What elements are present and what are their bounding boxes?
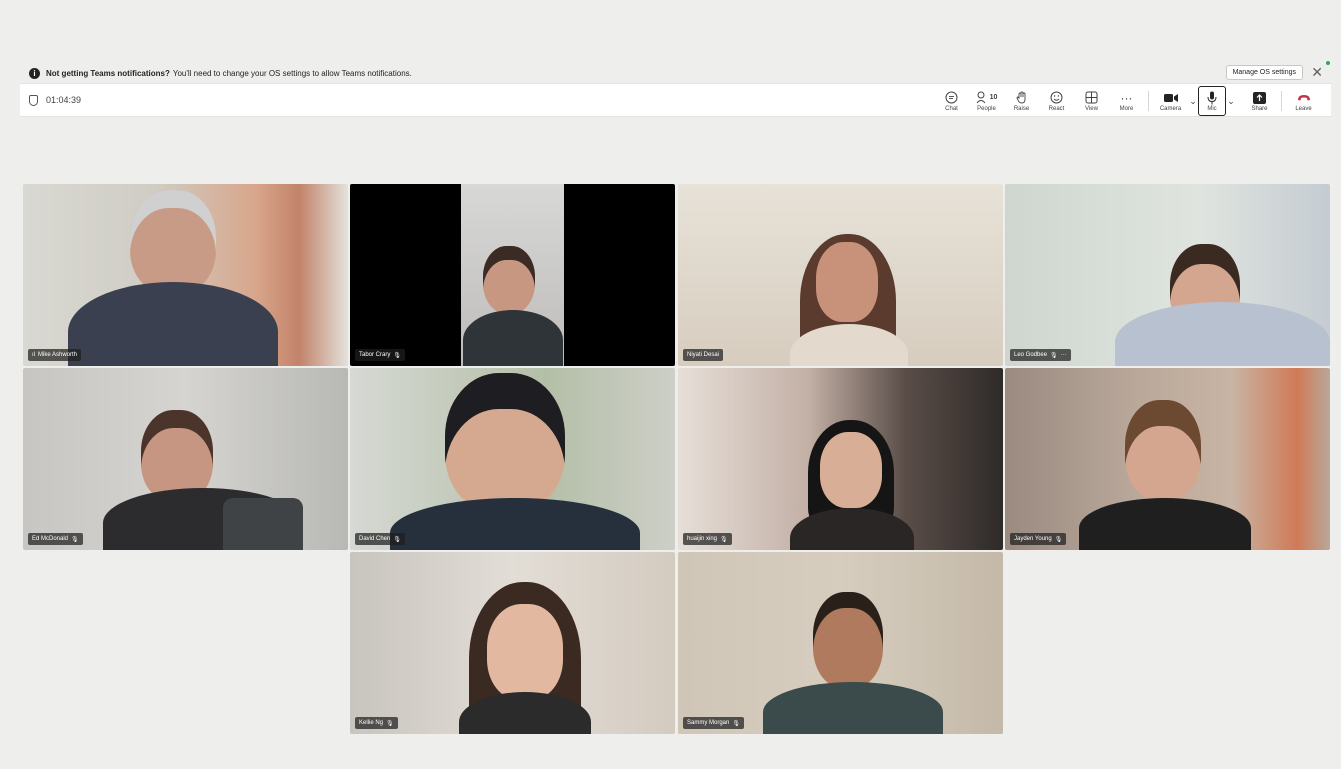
participant-name: Mike Ashworth bbox=[38, 352, 78, 358]
notification-banner: i Not getting Teams notifications? You'l… bbox=[20, 61, 1331, 83]
people-button[interactable]: 10 People bbox=[969, 86, 1004, 116]
video-tile[interactable]: Kellie Ng 🎙 bbox=[350, 552, 675, 734]
participant-name-tag: Niyati Desai bbox=[683, 349, 724, 361]
status-dot bbox=[1326, 61, 1330, 65]
participant-video bbox=[445, 552, 605, 734]
leave-label: Leave bbox=[1295, 105, 1312, 112]
participant-video bbox=[1075, 368, 1255, 550]
participant-name-tag: Jayden Young 🎙 bbox=[1010, 533, 1067, 545]
participant-name-tag: ıl Mike Ashworth bbox=[28, 349, 82, 361]
participant-video bbox=[1115, 184, 1330, 366]
participant-name: Leo Godbee bbox=[1014, 352, 1048, 358]
meeting-toolbar: 01:04:39 Chat 10 People Raise React View… bbox=[20, 83, 1331, 117]
participant-name-tag: Kellie Ng 🎙 bbox=[355, 717, 398, 729]
notification-text: You'll need to change your OS settings t… bbox=[172, 68, 412, 78]
share-button[interactable]: Share bbox=[1242, 86, 1277, 116]
video-tile[interactable]: Leo Godbee 🎙 ··· bbox=[1005, 184, 1330, 366]
video-tile[interactable]: David Chen 🎙 bbox=[350, 368, 675, 550]
more-icon: ··· bbox=[1120, 90, 1133, 105]
toolbar-divider-2 bbox=[1281, 91, 1282, 111]
camera-options-chevron-icon[interactable]: ⌄ bbox=[1188, 96, 1198, 107]
grid-icon bbox=[1085, 91, 1098, 105]
participant-name: Niyati Desai bbox=[687, 352, 720, 358]
participant-video bbox=[461, 184, 564, 366]
participant-name-tag: Ed McDonald 🎙 bbox=[28, 533, 83, 545]
participant-name: Kellie Ng bbox=[359, 720, 384, 726]
camera-icon bbox=[1163, 91, 1178, 105]
mic-button[interactable]: Mic bbox=[1198, 86, 1226, 116]
leave-button[interactable]: Leave bbox=[1286, 86, 1321, 116]
video-tile[interactable]: Niyati Desai bbox=[678, 184, 1003, 366]
participant-name-tag: Tabor Crary 🎙 bbox=[355, 349, 405, 361]
participant-video bbox=[763, 552, 943, 734]
mic-muted-icon: 🎙 bbox=[71, 536, 79, 543]
camera-label: Camera bbox=[1159, 105, 1182, 112]
meeting-timer: 01:04:39 bbox=[29, 94, 82, 106]
mic-label: Mic bbox=[1207, 105, 1217, 112]
react-button[interactable]: React bbox=[1039, 86, 1074, 116]
view-button[interactable]: View bbox=[1074, 86, 1109, 116]
camera-button[interactable]: Camera bbox=[1153, 86, 1188, 116]
chat-icon bbox=[945, 91, 958, 105]
mic-muted-icon: 🎙 bbox=[386, 720, 394, 727]
smiley-icon bbox=[1050, 91, 1063, 105]
participant-name-tag: David Chen 🎙 bbox=[355, 533, 405, 545]
participant-video bbox=[68, 184, 278, 366]
video-tile[interactable]: ıl Mike Ashworth bbox=[23, 184, 348, 366]
signal-bars-icon: ıl bbox=[32, 352, 35, 358]
participant-more-icon[interactable]: ··· bbox=[1061, 352, 1067, 358]
participant-video bbox=[380, 368, 650, 550]
people-icon: 10 bbox=[976, 91, 998, 105]
microphone-icon bbox=[1207, 91, 1217, 105]
info-icon: i bbox=[29, 67, 40, 79]
view-label: View bbox=[1085, 105, 1098, 112]
video-tile[interactable]: Ed McDonald 🎙 bbox=[23, 368, 348, 550]
hang-up-icon bbox=[1297, 91, 1311, 105]
mic-muted-icon: 🎙 bbox=[720, 536, 728, 543]
chat-label: Chat bbox=[945, 105, 958, 112]
close-icon[interactable]: ✕ bbox=[1311, 64, 1323, 81]
video-tile[interactable]: huaijin xing 🎙 bbox=[678, 368, 1003, 550]
people-label: People bbox=[977, 105, 996, 112]
react-label: React bbox=[1048, 105, 1065, 112]
participant-name: Ed McDonald bbox=[32, 536, 69, 542]
shield-icon bbox=[29, 94, 38, 106]
participant-video bbox=[103, 368, 323, 550]
video-tile[interactable]: Jayden Young 🎙 bbox=[1005, 368, 1330, 550]
mic-muted-icon: 🎙 bbox=[732, 720, 740, 727]
participant-video bbox=[748, 184, 948, 366]
more-button[interactable]: ··· More bbox=[1109, 86, 1144, 116]
participant-video bbox=[778, 368, 928, 550]
share-icon bbox=[1253, 91, 1266, 105]
timer-text: 01:04:39 bbox=[46, 95, 82, 105]
hand-icon bbox=[1016, 91, 1028, 105]
notification-title: Not getting Teams notifications? bbox=[46, 68, 170, 78]
toolbar-divider bbox=[1148, 91, 1149, 111]
participant-name-tag: Leo Godbee 🎙 ··· bbox=[1010, 349, 1071, 361]
mic-muted-icon: 🎙 bbox=[1054, 536, 1063, 543]
chat-button[interactable]: Chat bbox=[934, 86, 969, 116]
mic-muted-icon: 🎙 bbox=[1050, 352, 1058, 359]
raise-label: Raise bbox=[1013, 105, 1030, 112]
participant-name: Tabor Crary bbox=[359, 352, 391, 358]
participant-name: huaijin xing bbox=[687, 536, 718, 542]
video-tile[interactable]: Tabor Crary 🎙 bbox=[350, 184, 675, 366]
toolbar-actions: Chat 10 People Raise React View ··· More… bbox=[934, 84, 1321, 118]
participant-name-tag: Sammy Morgan 🎙 bbox=[683, 717, 744, 729]
participant-name: Jayden Young bbox=[1014, 536, 1052, 542]
share-label: Share bbox=[1251, 105, 1268, 112]
mic-muted-icon: 🎙 bbox=[393, 536, 401, 543]
raise-hand-button[interactable]: Raise bbox=[1004, 86, 1039, 116]
more-label: More bbox=[1119, 105, 1134, 112]
mic-options-chevron-icon[interactable]: ⌄ bbox=[1226, 96, 1236, 107]
participant-name-tag: huaijin xing 🎙 bbox=[683, 533, 732, 545]
participant-name: David Chen bbox=[359, 536, 391, 542]
participant-name: Sammy Morgan bbox=[687, 720, 730, 726]
mic-muted-icon: 🎙 bbox=[393, 352, 401, 359]
people-count: 10 bbox=[989, 93, 998, 101]
manage-os-settings-button[interactable]: Manage OS settings bbox=[1225, 65, 1303, 80]
video-tile[interactable]: Sammy Morgan 🎙 bbox=[678, 552, 1003, 734]
